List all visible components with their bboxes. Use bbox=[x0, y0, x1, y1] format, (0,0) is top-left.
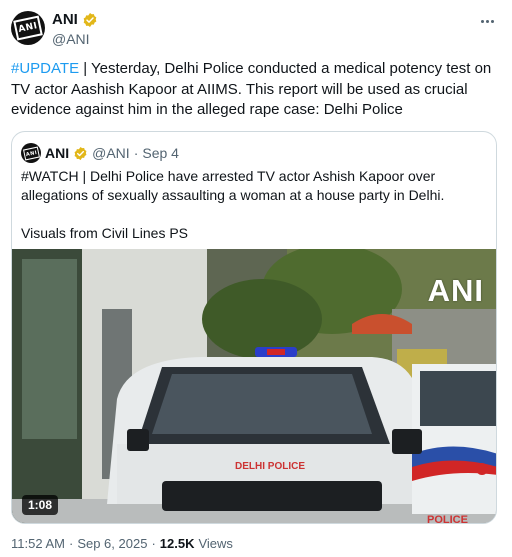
vehicle-side-text: POLICE bbox=[427, 514, 468, 524]
logo-text: ANI bbox=[24, 148, 38, 158]
quoted-tweet[interactable]: ANI ANI @ANI · Sep 4 #WATCH | Delhi Poli… bbox=[11, 131, 497, 524]
video-player[interactable]: DELHI POLICE POLICE ANI 1:08 bbox=[12, 249, 496, 524]
tweet-date[interactable]: Sep 6, 2025 bbox=[77, 536, 147, 551]
quoted-text-line2: Visuals from Civil Lines PS bbox=[21, 225, 189, 241]
separator-dot: · bbox=[68, 536, 74, 551]
vehicle-text: DELHI POLICE bbox=[235, 461, 305, 472]
separator-dot: · bbox=[133, 145, 139, 161]
tweet-time[interactable]: 11:52 AM bbox=[11, 536, 65, 551]
tweet-meta: 11:52 AM · Sep 6, 2025 · 12.5K Views bbox=[11, 536, 233, 551]
quoted-text-line1: #WATCH | Delhi Police have arrested TV a… bbox=[21, 168, 445, 203]
quoted-display-name: ANI bbox=[45, 145, 70, 161]
tweet: ANI ANI @ANI #UPDATE | Yesterday, Delhi … bbox=[0, 0, 512, 557]
gold-verified-icon bbox=[83, 12, 97, 27]
quoted-author-avatar: ANI bbox=[21, 143, 41, 163]
quoted-handle: @ANI bbox=[92, 145, 130, 161]
video-frame: DELHI POLICE POLICE bbox=[12, 249, 496, 524]
ani-logo-icon: ANI bbox=[13, 15, 43, 41]
author-name-row: ANI bbox=[52, 11, 98, 28]
gold-verified-icon bbox=[74, 146, 87, 160]
views-count[interactable]: 12.5K bbox=[160, 536, 195, 551]
views-label: Views bbox=[198, 536, 233, 551]
author-display-name[interactable]: ANI bbox=[52, 11, 78, 28]
author-handle[interactable]: @ANI bbox=[52, 31, 90, 47]
quoted-tweet-header: ANI ANI @ANI · Sep 4 bbox=[21, 143, 179, 163]
tweet-text: #UPDATE | Yesterday, Delhi Police conduc… bbox=[11, 59, 503, 121]
video-duration-badge: 1:08 bbox=[22, 495, 59, 515]
quoted-date: Sep 4 bbox=[142, 145, 179, 161]
tweet-text-body: | Yesterday, Delhi Police conducted a me… bbox=[11, 60, 492, 118]
hashtag-link[interactable]: #UPDATE bbox=[11, 60, 79, 77]
quoted-text: #WATCH | Delhi Police have arrested TV a… bbox=[21, 167, 491, 262]
ani-watermark: ANI bbox=[427, 273, 484, 308]
separator-dot: · bbox=[151, 536, 156, 551]
author-avatar[interactable]: ANI bbox=[11, 11, 45, 45]
logo-text: ANI bbox=[17, 21, 39, 35]
ani-logo-icon: ANI bbox=[22, 146, 40, 160]
more-options-icon[interactable] bbox=[476, 12, 498, 30]
